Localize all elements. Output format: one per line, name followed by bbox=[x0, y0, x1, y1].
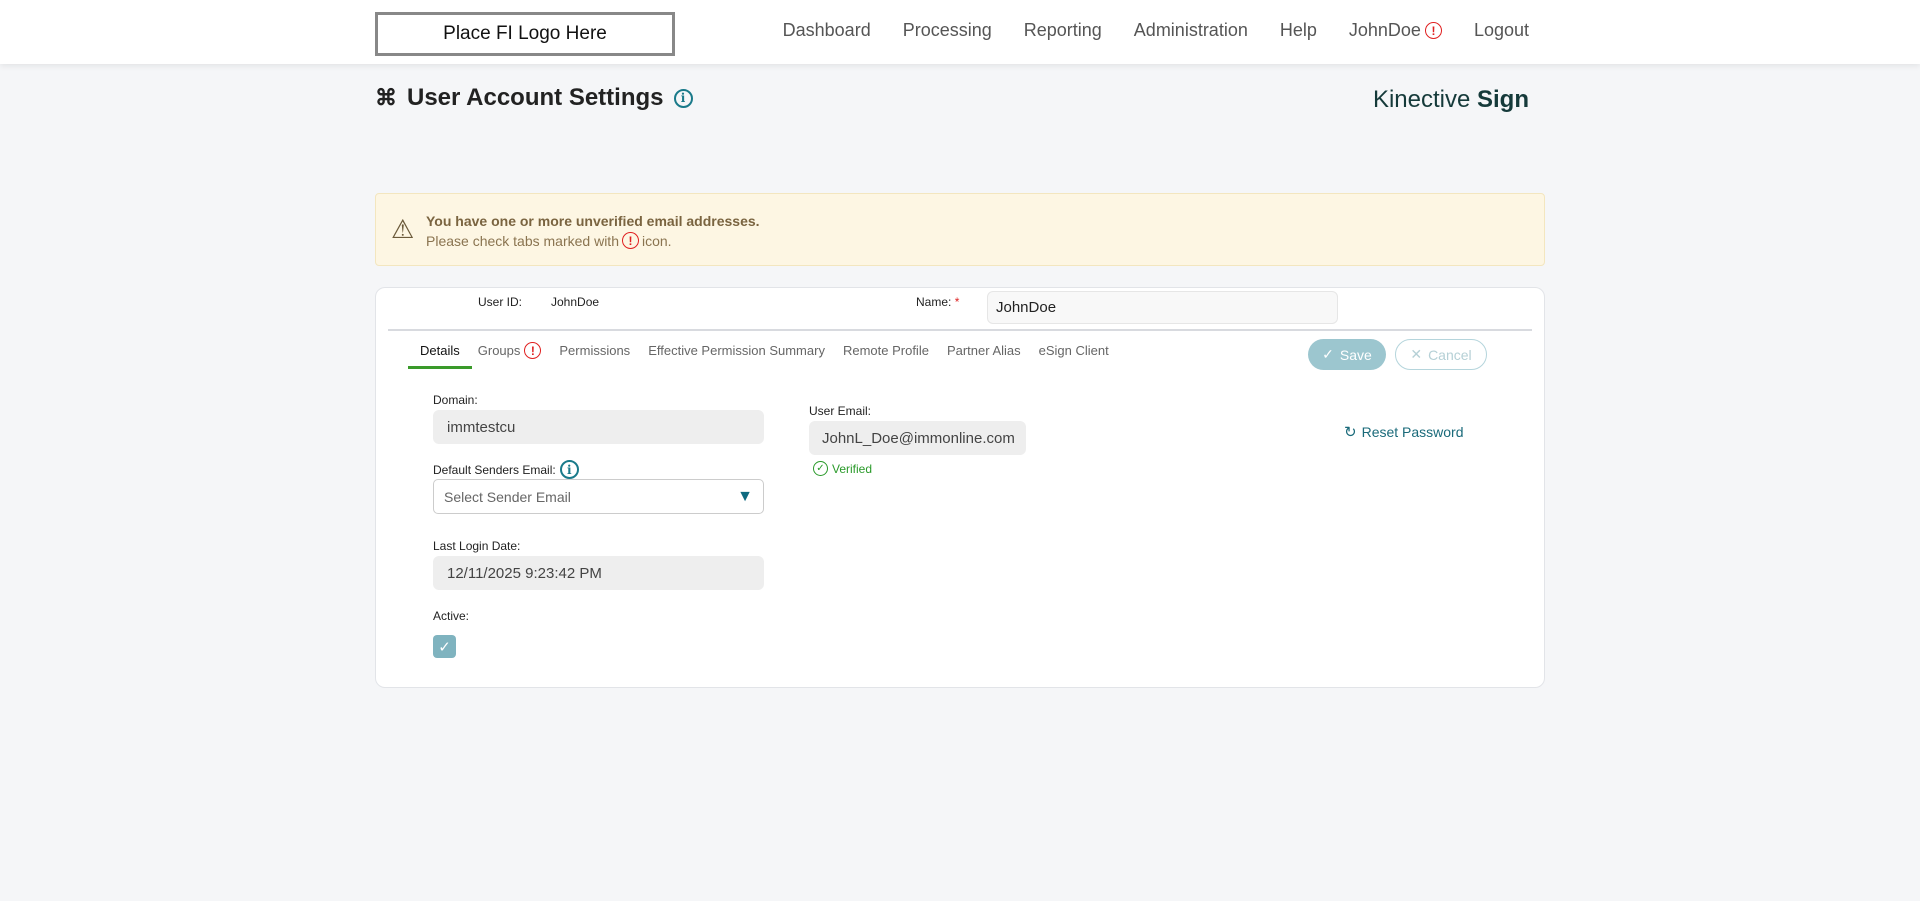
tab-effective-permission-summary[interactable]: Effective Permission Summary bbox=[648, 342, 825, 359]
required-marker: * bbox=[954, 295, 960, 309]
user-id-label: User ID: bbox=[478, 295, 523, 309]
close-icon: ✕ bbox=[1410, 346, 1423, 362]
alert-msg-post: icon. bbox=[641, 232, 672, 249]
alert-icon: ! bbox=[1424, 22, 1442, 39]
tab-groups[interactable]: Groups! bbox=[478, 342, 542, 359]
save-label: Save bbox=[1339, 346, 1372, 363]
user-email-label: User Email: bbox=[809, 404, 872, 418]
last-login-value: 12/11/2025 9:23:42 PM bbox=[433, 556, 764, 590]
info-icon[interactable]: i bbox=[559, 460, 579, 479]
domain-input[interactable]: immtestcu bbox=[433, 410, 764, 444]
name-input[interactable]: JohnDoe bbox=[987, 291, 1338, 324]
nav-dashboard[interactable]: Dashboard bbox=[783, 20, 871, 41]
cancel-button[interactable]: ✕ Cancel bbox=[1395, 339, 1487, 370]
domain-label: Domain: bbox=[433, 393, 478, 407]
check-icon: ✓ bbox=[1322, 346, 1334, 362]
select-placeholder: Select Sender Email bbox=[444, 488, 571, 505]
name-label-text: Name: bbox=[916, 295, 952, 309]
tab-groups-label: Groups bbox=[477, 343, 521, 358]
name-label: Name: * bbox=[916, 295, 959, 309]
sender-email-label: Default Senders Email: i bbox=[433, 460, 579, 479]
alert-icon: ! bbox=[621, 232, 639, 249]
verified-label: Verified bbox=[832, 461, 873, 476]
tab-remote-profile[interactable]: Remote Profile bbox=[843, 342, 929, 359]
tab-partner-alias[interactable]: Partner Alias bbox=[947, 342, 1021, 359]
page-title: ⌘ User Account Settings i bbox=[375, 84, 693, 112]
nav-help[interactable]: Help bbox=[1280, 20, 1317, 41]
sender-email-label-text: Default Senders Email: bbox=[433, 462, 556, 477]
tab-permissions[interactable]: Permissions bbox=[559, 342, 630, 359]
reset-password-link[interactable]: ↻ Reset Password bbox=[1344, 423, 1464, 441]
check-icon: ✓ bbox=[438, 638, 451, 656]
nav-user-label: JohnDoe bbox=[1348, 20, 1421, 40]
cancel-label: Cancel bbox=[1428, 346, 1472, 363]
warning-icon: ⚠ bbox=[391, 214, 415, 244]
brand-light: Kinective bbox=[1372, 86, 1471, 113]
nav-logout[interactable]: Logout bbox=[1474, 20, 1529, 41]
alert-msg-pre: Please check tabs marked with bbox=[426, 232, 619, 249]
nav-user[interactable]: JohnDoe! bbox=[1349, 20, 1442, 41]
command-icon: ⌘ bbox=[375, 85, 397, 110]
verified-status: ✓ Verified bbox=[813, 461, 872, 476]
brand-bold: Sign bbox=[1477, 86, 1529, 113]
info-icon[interactable]: i bbox=[673, 88, 693, 108]
fi-logo-placeholder[interactable]: Place FI Logo Here bbox=[375, 12, 675, 56]
active-checkbox[interactable]: ✓ bbox=[433, 635, 456, 658]
user-id-value: JohnDoe bbox=[551, 295, 600, 309]
save-button[interactable]: ✓ Save bbox=[1308, 339, 1386, 370]
dropdown-arrow-icon: ▼ bbox=[737, 487, 753, 505]
nav-reporting[interactable]: Reporting bbox=[1024, 20, 1102, 41]
brand-logo: Kinective Sign bbox=[1373, 86, 1529, 114]
tab-bar: Details Groups! Permissions Effective Pe… bbox=[420, 342, 1109, 359]
tab-esign-client[interactable]: eSign Client bbox=[1039, 342, 1109, 359]
reset-password-label: Reset Password bbox=[1361, 424, 1464, 440]
check-circle-icon: ✓ bbox=[813, 461, 828, 476]
active-tab-indicator bbox=[408, 366, 472, 369]
last-login-label: Last Login Date: bbox=[433, 539, 521, 553]
alert-title: You have one or more unverified email ad… bbox=[426, 213, 760, 229]
logo-text: Place FI Logo Here bbox=[443, 23, 607, 44]
main-nav: Dashboard Processing Reporting Administr… bbox=[783, 20, 1529, 41]
alert-message: Please check tabs marked with! icon. bbox=[426, 232, 672, 249]
sender-email-select[interactable]: Select Sender Email ▼ bbox=[433, 479, 764, 514]
nav-processing[interactable]: Processing bbox=[903, 20, 992, 41]
reset-icon: ↻ bbox=[1344, 424, 1357, 441]
active-label: Active: bbox=[433, 609, 470, 623]
alert-icon: ! bbox=[524, 342, 542, 359]
nav-administration[interactable]: Administration bbox=[1134, 20, 1248, 41]
divider bbox=[388, 329, 1532, 331]
user-email-value: JohnL_Doe@immonline.com bbox=[809, 421, 1026, 455]
page-title-text: User Account Settings bbox=[407, 84, 664, 111]
tab-details[interactable]: Details bbox=[420, 342, 460, 359]
unverified-email-alert: ⚠ You have one or more unverified email … bbox=[375, 193, 1545, 266]
